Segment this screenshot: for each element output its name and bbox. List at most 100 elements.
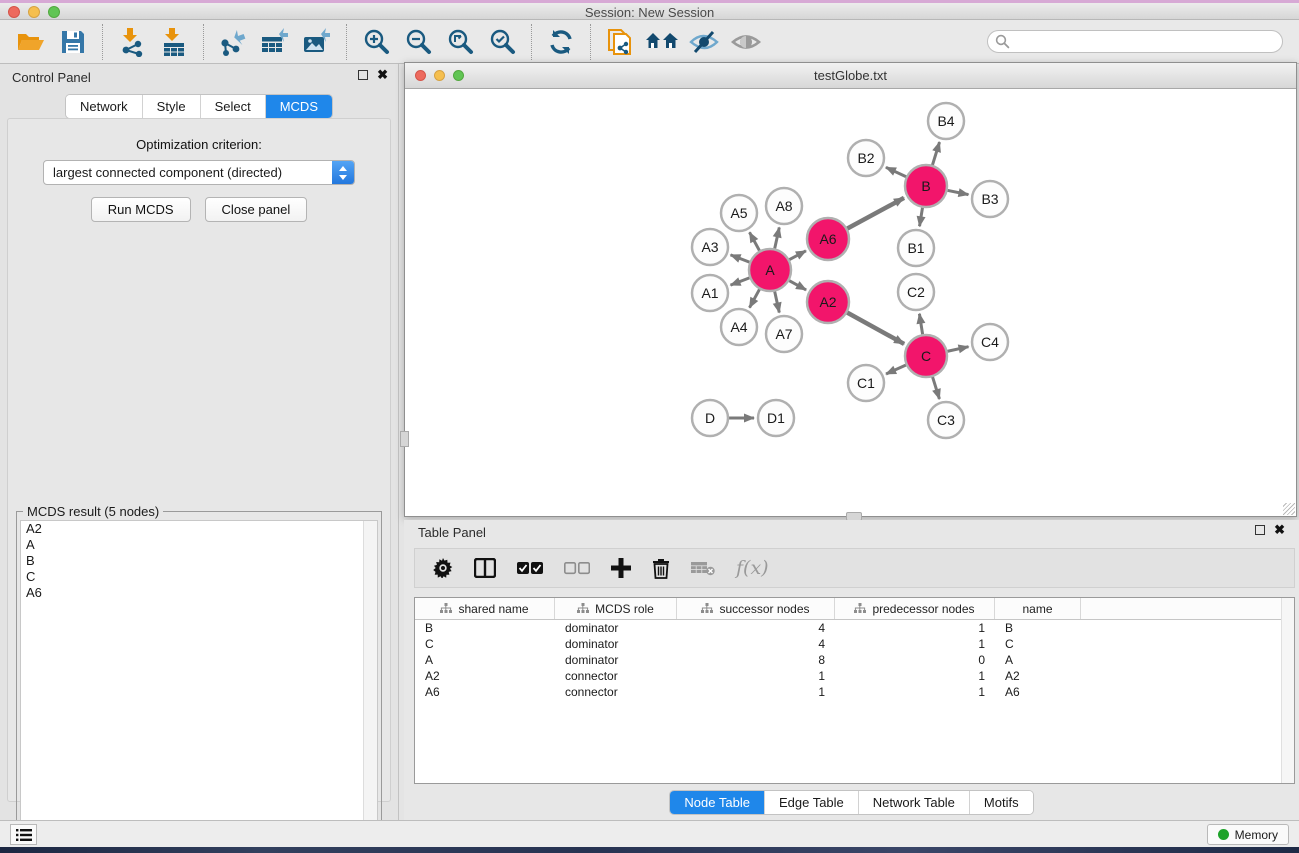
graph-edge-A-A4[interactable] xyxy=(750,288,760,307)
graph-node-B[interactable]: B xyxy=(905,165,947,207)
graph-edge-B-B4[interactable] xyxy=(932,142,939,166)
function-builder-icon[interactable]: f(x) xyxy=(736,557,769,579)
import-network-icon[interactable] xyxy=(111,23,153,61)
import-table-icon[interactable] xyxy=(153,23,195,61)
table-row[interactable]: A6connector11A6 xyxy=(415,684,1294,700)
table-cell[interactable]: 1 xyxy=(835,685,995,699)
graph-edge-A-A5[interactable] xyxy=(750,232,760,251)
table-cell[interactable]: C xyxy=(995,637,1081,651)
zoom-in-icon[interactable] xyxy=(355,23,397,61)
optimization-criterion-dropdown[interactable]: largest connected component (directed) xyxy=(43,160,355,185)
export-image-icon[interactable] xyxy=(296,23,338,61)
graph-edge-B-B1[interactable] xyxy=(920,207,923,227)
graph-edge-A-A1[interactable] xyxy=(731,278,751,286)
first-neighbors-icon[interactable] xyxy=(641,23,683,61)
table-cell[interactable]: B xyxy=(995,621,1081,635)
graph-node-C2[interactable]: C2 xyxy=(898,274,934,310)
graph-edge-A2-C[interactable] xyxy=(846,312,904,344)
zoom-selected-icon[interactable] xyxy=(481,23,523,61)
graph-node-A6[interactable]: A6 xyxy=(807,218,849,260)
tab-mcds[interactable]: MCDS xyxy=(266,95,332,118)
export-table-icon[interactable] xyxy=(254,23,296,61)
graph-edge-C-C1[interactable] xyxy=(886,365,907,374)
result-list-item[interactable]: C xyxy=(21,569,377,585)
graph-edge-A-A7[interactable] xyxy=(774,291,779,313)
graph-node-D[interactable]: D xyxy=(692,400,728,436)
export-network-icon[interactable] xyxy=(212,23,254,61)
graph-edge-A6-B[interactable] xyxy=(846,198,904,229)
close-panel-icon[interactable]: ✖ xyxy=(377,70,388,80)
tab-style[interactable]: Style xyxy=(143,95,201,118)
graph-edge-B-B2[interactable] xyxy=(886,167,907,177)
table-cell[interactable]: dominator xyxy=(555,637,677,651)
graph-edge-C-C2[interactable] xyxy=(919,314,922,336)
table-scrollbar[interactable] xyxy=(1281,598,1294,783)
table-cell[interactable]: 4 xyxy=(677,637,835,651)
graph-node-A2[interactable]: A2 xyxy=(807,281,849,323)
graph-edge-A-A8[interactable] xyxy=(774,227,779,249)
float-panel-icon[interactable] xyxy=(358,70,368,80)
close-panel-button[interactable]: Close panel xyxy=(205,197,308,222)
result-list-item[interactable]: A6 xyxy=(21,585,377,601)
column-header-predecessor-nodes[interactable]: predecessor nodes xyxy=(835,598,995,619)
network-graph[interactable]: B4B2BB3A5A8A6A3AB1A1A2C2A4A7C4CC1DD1C3 xyxy=(405,89,1296,516)
new-network-from-selection-icon[interactable] xyxy=(599,23,641,61)
memory-button[interactable]: Memory xyxy=(1207,824,1289,845)
result-list-item[interactable]: B xyxy=(21,553,377,569)
graph-node-A1[interactable]: A1 xyxy=(692,275,728,311)
tab-select[interactable]: Select xyxy=(201,95,266,118)
result-list-item[interactable]: A2 xyxy=(21,521,377,537)
graph-node-A4[interactable]: A4 xyxy=(721,309,757,345)
graph-node-A8[interactable]: A8 xyxy=(766,188,802,224)
table-settings-gear-icon[interactable] xyxy=(433,558,453,578)
table-row[interactable]: Cdominator41C xyxy=(415,636,1294,652)
column-header-successor-nodes[interactable]: successor nodes xyxy=(677,598,835,619)
delete-table-icon[interactable] xyxy=(691,560,715,576)
table-cell[interactable]: A6 xyxy=(415,685,555,699)
table-cell[interactable]: 1 xyxy=(835,669,995,683)
graph-node-A3[interactable]: A3 xyxy=(692,229,728,265)
refresh-layout-icon[interactable] xyxy=(540,23,582,61)
graph-edge-A-A6[interactable] xyxy=(789,251,806,260)
graph-edge-C-C3[interactable] xyxy=(932,376,939,399)
hide-selected-icon[interactable] xyxy=(683,23,725,61)
graph-edge-A-A3[interactable] xyxy=(731,255,751,263)
tab-network-table[interactable]: Network Table xyxy=(859,791,970,814)
table-cell[interactable]: 8 xyxy=(677,653,835,667)
tab-motifs[interactable]: Motifs xyxy=(970,791,1033,814)
float-table-panel-icon[interactable] xyxy=(1255,525,1265,535)
table-cell[interactable]: B xyxy=(415,621,555,635)
result-list-item[interactable]: A xyxy=(21,537,377,553)
table-cell[interactable]: 0 xyxy=(835,653,995,667)
table-cell[interactable]: 1 xyxy=(677,669,835,683)
table-cell[interactable]: connector xyxy=(555,669,677,683)
graph-node-C[interactable]: C xyxy=(905,335,947,377)
graph-node-B2[interactable]: B2 xyxy=(848,140,884,176)
table-cell[interactable]: 1 xyxy=(677,685,835,699)
close-table-panel-icon[interactable]: ✖ xyxy=(1274,525,1285,535)
tab-node-table[interactable]: Node Table xyxy=(670,791,765,814)
search-input[interactable] xyxy=(987,30,1283,53)
table-cell[interactable]: 1 xyxy=(835,621,995,635)
table-cell[interactable]: dominator xyxy=(555,653,677,667)
window-resize-grip[interactable] xyxy=(1283,503,1295,515)
graph-node-A[interactable]: A xyxy=(749,249,791,291)
result-list-scrollbar[interactable] xyxy=(363,521,377,846)
table-cell[interactable]: A6 xyxy=(995,685,1081,699)
table-columns-icon[interactable] xyxy=(474,558,496,578)
save-session-icon[interactable] xyxy=(52,23,94,61)
table-cell[interactable]: A2 xyxy=(415,669,555,683)
graph-edge-B-B3[interactable] xyxy=(947,190,969,194)
table-cell[interactable]: A2 xyxy=(995,669,1081,683)
graph-node-C1[interactable]: C1 xyxy=(848,365,884,401)
table-cell[interactable]: 4 xyxy=(677,621,835,635)
table-row[interactable]: A2connector11A2 xyxy=(415,668,1294,684)
mcds-result-list[interactable]: A2ABCA6 xyxy=(20,520,378,847)
zoom-fit-icon[interactable] xyxy=(439,23,481,61)
tab-edge-table[interactable]: Edge Table xyxy=(765,791,859,814)
show-all-icon[interactable] xyxy=(725,23,767,61)
table-cell[interactable]: A xyxy=(415,653,555,667)
table-cell[interactable]: connector xyxy=(555,685,677,699)
graph-edge-A-A2[interactable] xyxy=(788,280,806,290)
table-cell[interactable]: A xyxy=(995,653,1081,667)
